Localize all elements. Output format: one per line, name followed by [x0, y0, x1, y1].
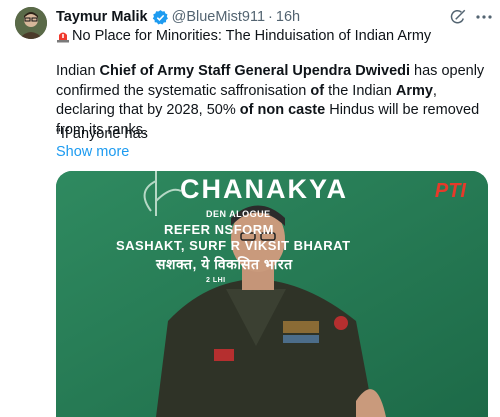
banner-line-2: SASHAKT, SURF R VIKSIT BHARAT: [116, 238, 351, 253]
tweet-headline: No Place for Minorities: The Hinduisatio…: [56, 28, 431, 44]
separator-dot: ·: [268, 9, 273, 25]
quote-start-text: “If anyone has: [56, 126, 148, 142]
show-more-link[interactable]: Show more: [56, 144, 129, 160]
banner-line-3: सशक्त, ये विकसित भारत: [156, 256, 293, 272]
siren-emoji-icon: [56, 29, 70, 43]
timestamp[interactable]: 16h: [276, 9, 300, 25]
author-avatar[interactable]: [15, 7, 47, 39]
body-bold-text: of non caste: [239, 102, 326, 118]
banner-title: CHANAKYA: [180, 174, 349, 204]
banner-line-1: REFER NSFORM: [164, 222, 274, 237]
headline-text: No Place for Minorities: The Hinduisatio…: [72, 28, 432, 44]
body-bold-text: Army: [395, 82, 433, 99]
verified-badge-icon: [152, 9, 169, 26]
pti-watermark: PTI: [434, 180, 466, 202]
author-handle[interactable]: @BlueMist911: [172, 9, 265, 25]
body-text-run: the Indian: [324, 82, 396, 99]
author-name[interactable]: Taymur Malik: [56, 9, 148, 25]
body-bold-text: of: [310, 82, 325, 99]
banner-subtitle: DEN ALOGUE: [206, 209, 271, 219]
video-frame: [56, 171, 488, 417]
tweet-video-media[interactable]: CHANAKYA DEN ALOGUE REFER NSFORM SASHAKT…: [56, 171, 488, 417]
body-text-run: Indian: [56, 63, 100, 79]
more-options-icon[interactable]: [474, 7, 494, 27]
grok-icon[interactable]: [449, 8, 467, 26]
body-bold-text: Chief of Army Staff General Upendra Dwiv…: [99, 63, 411, 79]
tweet-header: Taymur Malik @BlueMist911 · 16h: [56, 7, 300, 27]
banner-small-text: 2 LHI: [206, 277, 226, 284]
